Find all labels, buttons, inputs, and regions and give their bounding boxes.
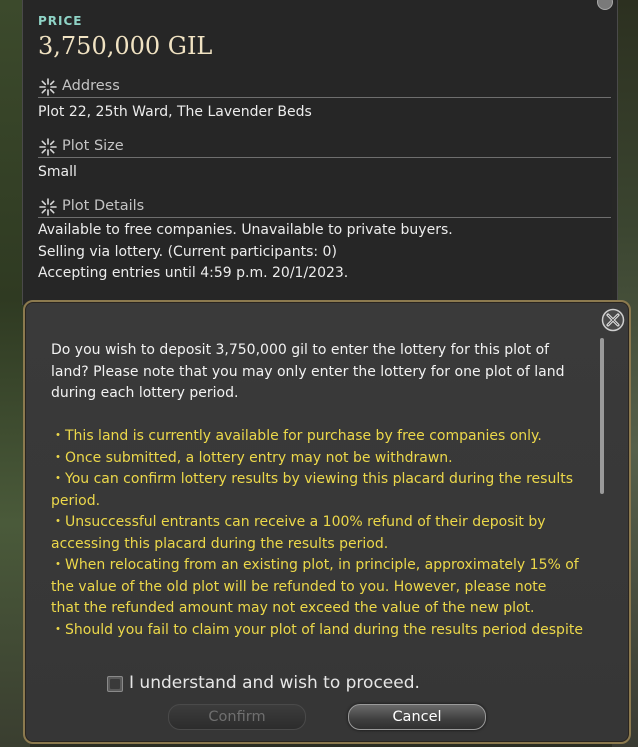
plot-details-text: Available to free companies. Unavailable… (38, 220, 453, 285)
address-heading: Address (62, 78, 120, 94)
lottery-confirmation-dialog: Do you wish to deposit 3,750,000 gil to … (23, 300, 631, 744)
plot-details-line: Selling via lottery. (Current participan… (38, 243, 337, 260)
dialog-scrollbar[interactable] (600, 338, 604, 494)
plot-details-line: Accepting entries until 4:59 p.m. 20/1/2… (38, 265, 349, 281)
price-label: PRICE (38, 14, 83, 28)
acknowledge-label[interactable]: I understand and wish to proceed. (129, 673, 420, 693)
plot-info-panel: PRICE 3,750,000 GIL Address Plot 22, 25t… (22, 0, 618, 305)
address-value: Plot 22, 25th Ward, The Lavender Beds (38, 104, 312, 120)
plot-size-value: Small (38, 164, 77, 180)
address-section-header: Address (38, 77, 611, 98)
close-icon[interactable] (601, 308, 625, 332)
plot-size-section-header: Plot Size (38, 137, 611, 158)
panel-corner-ornament (597, 0, 613, 10)
dialog-note-line: ・Once submitted, a lottery entry may not… (51, 449, 453, 466)
dialog-message-area[interactable]: Do you wish to deposit 3,750,000 gil to … (51, 340, 591, 640)
dialog-message-line: land? Please note that you may only ente… (51, 363, 565, 380)
dialog-message-line: Do you wish to deposit 3,750,000 gil to … (51, 342, 550, 358)
dialog-note-line: ・Should you fail to claim your plot of l… (51, 621, 583, 638)
plot-size-heading: Plot Size (62, 138, 124, 154)
dialog-note-line: that the refunded amount may not exceed … (51, 600, 535, 616)
plot-details-heading: Plot Details (62, 198, 145, 214)
dialog-note-line: the value of the old plot will be refund… (51, 578, 547, 595)
plot-details-line: Available to free companies. Unavailable… (38, 222, 453, 238)
dialog-note-line: accessing this placard during the result… (51, 535, 389, 552)
sparkle-icon (39, 198, 57, 216)
dialog-note-line: period. (51, 492, 101, 509)
dialog-note-line: ・You can confirm lottery results by view… (51, 471, 573, 487)
acknowledge-checkbox[interactable] (107, 676, 123, 692)
dialog-note-line: ・Unsuccessful entrants can receive a 100… (51, 514, 546, 530)
sparkle-icon (39, 138, 57, 156)
price-value: 3,750,000 GIL (38, 32, 213, 60)
dialog-note-line: ・This land is currently available for pu… (51, 428, 542, 444)
dialog-note-line: ・When relocating from an existing plot, … (51, 557, 579, 573)
confirm-button[interactable]: Confirm (168, 704, 306, 730)
sparkle-icon (39, 78, 57, 96)
cancel-button[interactable]: Cancel (348, 704, 486, 730)
plot-details-section-header: Plot Details (38, 197, 611, 218)
dialog-message-line: during each lottery period. (51, 385, 239, 401)
